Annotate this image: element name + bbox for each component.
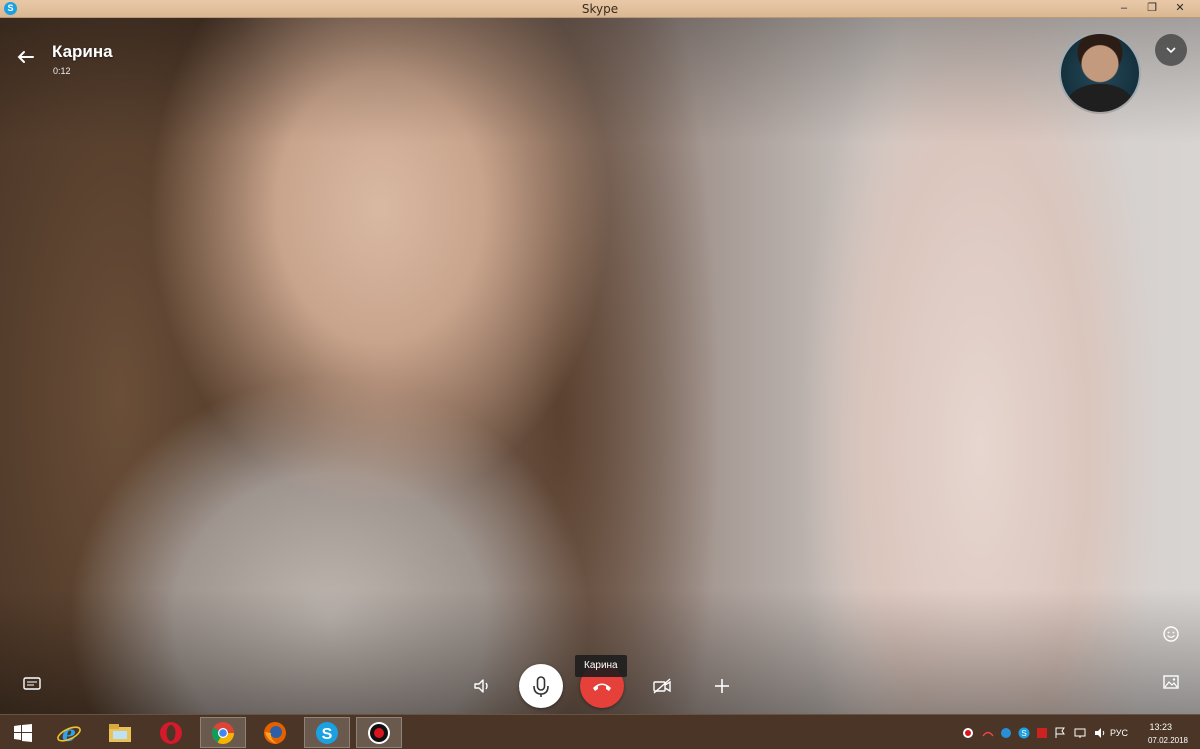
clock-time[interactable]: 13:23 bbox=[1149, 722, 1172, 732]
flag-tray-icon[interactable] bbox=[1054, 727, 1066, 739]
call-duration: 0:12 bbox=[53, 66, 71, 76]
add-participant-button[interactable] bbox=[710, 675, 734, 699]
restore-button[interactable]: ❐ bbox=[1138, 0, 1166, 17]
windows-taskbar: e S S РУС 13:23 07.02.2018 bbox=[0, 714, 1200, 749]
chat-icon bbox=[23, 677, 41, 690]
volume-tray-icon[interactable] bbox=[1094, 727, 1106, 739]
svg-text:e: e bbox=[62, 721, 76, 746]
taskbar-file-explorer[interactable] bbox=[97, 717, 143, 748]
recording-tray-icon[interactable] bbox=[962, 727, 974, 739]
emoji-icon bbox=[1163, 626, 1179, 642]
video-toggle-button[interactable] bbox=[650, 675, 674, 699]
arrow-left-icon bbox=[17, 51, 34, 63]
ie-icon: e bbox=[57, 721, 81, 746]
collapse-button[interactable] bbox=[1155, 34, 1187, 66]
chevron-down-icon bbox=[1166, 47, 1176, 54]
back-button[interactable] bbox=[12, 46, 38, 72]
clock-date[interactable]: 07.02.2018 bbox=[1148, 736, 1188, 745]
network-tray-icon[interactable] bbox=[982, 727, 994, 739]
app-tray-icon[interactable] bbox=[1000, 727, 1012, 739]
taskbar-skype[interactable]: S bbox=[304, 717, 350, 748]
self-video-preview[interactable] bbox=[1059, 32, 1141, 114]
screenshot-button[interactable] bbox=[1160, 673, 1182, 695]
close-button[interactable]: ✕ bbox=[1166, 0, 1194, 17]
mute-button[interactable] bbox=[519, 664, 563, 708]
contact-name: Карина bbox=[52, 42, 113, 61]
speaker-button[interactable] bbox=[470, 675, 494, 699]
folder-icon bbox=[109, 723, 131, 742]
taskbar-chrome[interactable] bbox=[200, 717, 246, 748]
skype-tray-icon[interactable]: S bbox=[1018, 727, 1030, 739]
window-title: Skype bbox=[581, 2, 619, 16]
speaker-icon bbox=[474, 679, 488, 693]
video-shade bbox=[0, 18, 1200, 714]
firefox-icon bbox=[264, 721, 286, 744]
hang-up-tooltip: Карина bbox=[575, 655, 627, 677]
chat-button[interactable] bbox=[21, 676, 43, 698]
record-icon bbox=[368, 721, 390, 744]
window-titlebar[interactable]: S Skype – ❐ ✕ bbox=[0, 0, 1200, 18]
emoji-button[interactable] bbox=[1160, 625, 1182, 647]
display-tray-icon[interactable] bbox=[1074, 727, 1086, 739]
windows-icon bbox=[14, 723, 32, 742]
start-button[interactable] bbox=[0, 717, 46, 748]
plus-icon bbox=[715, 679, 729, 693]
system-tray: S РУС 13:23 07.02.2018 bbox=[950, 715, 1200, 749]
chrome-icon bbox=[212, 721, 234, 744]
svg-text:S: S bbox=[322, 726, 333, 743]
taskbar-firefox[interactable] bbox=[252, 717, 298, 748]
minimize-button[interactable]: – bbox=[1110, 0, 1138, 17]
skype-icon: S bbox=[316, 721, 338, 744]
image-icon bbox=[1163, 675, 1179, 689]
taskbar-recorder[interactable] bbox=[356, 717, 402, 748]
remote-video: Карина 0:12 Карина bbox=[0, 18, 1200, 714]
video-off-icon bbox=[653, 678, 671, 694]
taskbar-opera[interactable] bbox=[148, 717, 194, 748]
language-indicator[interactable]: РУС bbox=[1110, 728, 1128, 738]
security-tray-icon[interactable] bbox=[1036, 727, 1048, 739]
svg-text:S: S bbox=[1021, 729, 1026, 738]
taskbar-internet-explorer[interactable]: e bbox=[46, 717, 92, 748]
microphone-icon bbox=[533, 676, 549, 697]
opera-icon bbox=[160, 721, 182, 744]
